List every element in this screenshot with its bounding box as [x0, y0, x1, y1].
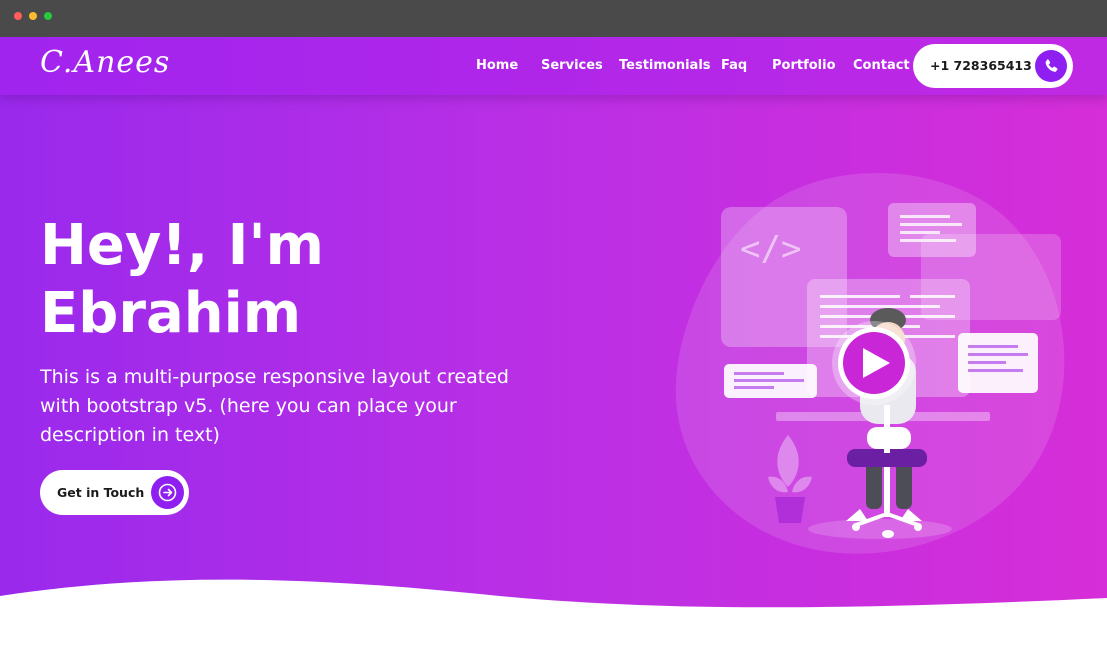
- navbar: C.Anees Home Services Testimonials Faq P…: [0, 37, 1107, 95]
- phone-icon: [1035, 50, 1067, 82]
- hero-section: C.Anees Home Services Testimonials Faq P…: [0, 37, 1107, 658]
- nav-link-contact[interactable]: Contact: [853, 58, 910, 73]
- brand-logo[interactable]: C.Anees: [40, 45, 170, 80]
- browser-titlebar: [0, 0, 1107, 37]
- window-close-button[interactable]: [14, 12, 22, 20]
- hero-wave-divider: [0, 579, 1107, 658]
- nav-link-testimonials[interactable]: Testimonials: [619, 58, 711, 73]
- get-in-touch-button[interactable]: Get in Touch: [40, 470, 189, 515]
- window-maximize-button[interactable]: [44, 12, 52, 20]
- code-symbol-icon: </>: [740, 229, 801, 269]
- nav-link-services[interactable]: Services: [541, 58, 603, 73]
- phone-number: +1 728365413: [930, 58, 1032, 73]
- arrow-right-icon: [151, 476, 184, 509]
- nav-link-faq[interactable]: Faq: [721, 58, 747, 73]
- nav-link-home[interactable]: Home: [476, 58, 518, 73]
- developer-illustration: </>: [660, 157, 1080, 567]
- nav-link-portfolio[interactable]: Portfolio: [772, 58, 836, 73]
- hero-name: Ebrahim: [40, 281, 302, 346]
- get-in-touch-label: Get in Touch: [57, 485, 145, 500]
- hero-greeting: Hey!, I'm: [40, 213, 324, 278]
- hero-headline: Hey!, I'm Ebrahim: [40, 212, 324, 348]
- hero-description: This is a multi-purpose responsive layou…: [40, 366, 509, 446]
- phone-button[interactable]: +1 728365413: [913, 44, 1073, 88]
- window-minimize-button[interactable]: [29, 12, 37, 20]
